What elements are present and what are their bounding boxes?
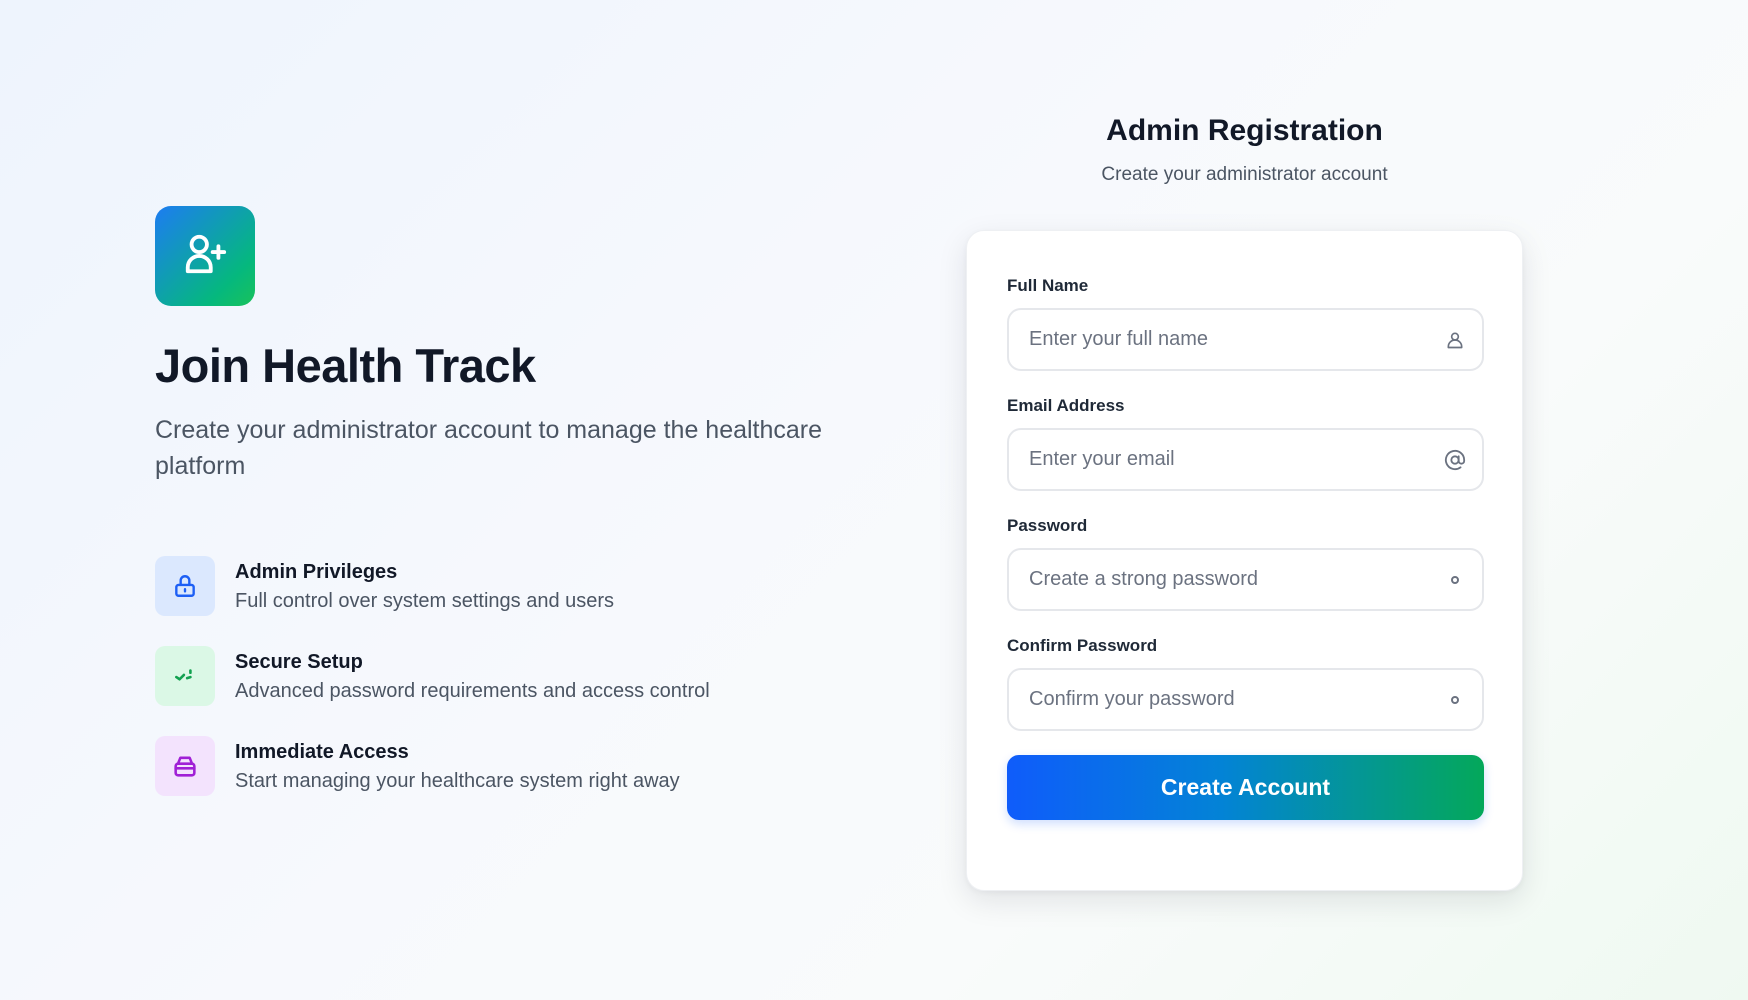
feature-admin-privileges: Admin Privileges Full control over syste… [155, 556, 710, 616]
confirm-password-input[interactable] [1009, 670, 1482, 729]
feature-title: Admin Privileges [235, 561, 398, 583]
lock-icon [155, 556, 215, 616]
password-field: Password [1007, 515, 1484, 611]
feature-secure-setup: Secure Setup Advanced password requireme… [155, 646, 710, 706]
email-input-wrap [1007, 428, 1484, 491]
confirm-password-input-wrap [1007, 668, 1484, 731]
feature-list: Admin Privileges Full control over syste… [155, 556, 710, 826]
feature-title: Immediate Access [235, 741, 409, 763]
user-plus-icon [182, 231, 228, 282]
registration-form: Full Name Email Address Password [966, 230, 1523, 891]
feature-description: Start managing your healthcare system ri… [235, 770, 680, 792]
confirm-password-field: Confirm Password [1007, 635, 1484, 731]
create-account-button[interactable]: Create Account [1007, 755, 1484, 820]
password-toggle-icon[interactable] [1442, 567, 1468, 593]
full-name-field: Full Name [1007, 275, 1484, 371]
feature-description: Advanced password requirements and acces… [235, 680, 710, 702]
feature-text: Immediate Access Start managing your hea… [235, 736, 680, 796]
password-input-wrap [1007, 548, 1484, 611]
email-label: Email Address [1007, 396, 1125, 415]
form-header: Admin Registration Create your administr… [966, 110, 1523, 188]
check-icon [155, 646, 215, 706]
confirm-password-label: Confirm Password [1007, 636, 1158, 655]
hero-title: Join Health Track [155, 339, 536, 392]
full-name-label: Full Name [1007, 276, 1089, 295]
feature-text: Secure Setup Advanced password requireme… [235, 646, 710, 706]
inbox-icon [155, 736, 215, 796]
form-title: Admin Registration [1106, 114, 1383, 147]
user-icon [1442, 327, 1468, 353]
hero-subtitle: Create your administrator account to man… [155, 416, 823, 480]
full-name-input-wrap [1007, 308, 1484, 371]
form-subtitle: Create your administrator account [1101, 164, 1388, 185]
feature-title: Secure Setup [235, 651, 363, 673]
full-name-input[interactable] [1009, 310, 1482, 369]
feature-description: Full control over system settings and us… [235, 590, 615, 612]
email-input[interactable] [1009, 430, 1482, 489]
confirm-password-toggle-icon[interactable] [1442, 687, 1468, 713]
password-label: Password [1007, 516, 1088, 535]
at-icon [1442, 447, 1468, 473]
feature-text: Admin Privileges Full control over syste… [235, 556, 614, 616]
hero-section: Join Health Track Create your administra… [155, 206, 875, 484]
feature-immediate-access: Immediate Access Start managing your hea… [155, 736, 710, 796]
password-input[interactable] [1009, 550, 1482, 609]
email-field: Email Address [1007, 395, 1484, 491]
app-logo [155, 206, 255, 306]
